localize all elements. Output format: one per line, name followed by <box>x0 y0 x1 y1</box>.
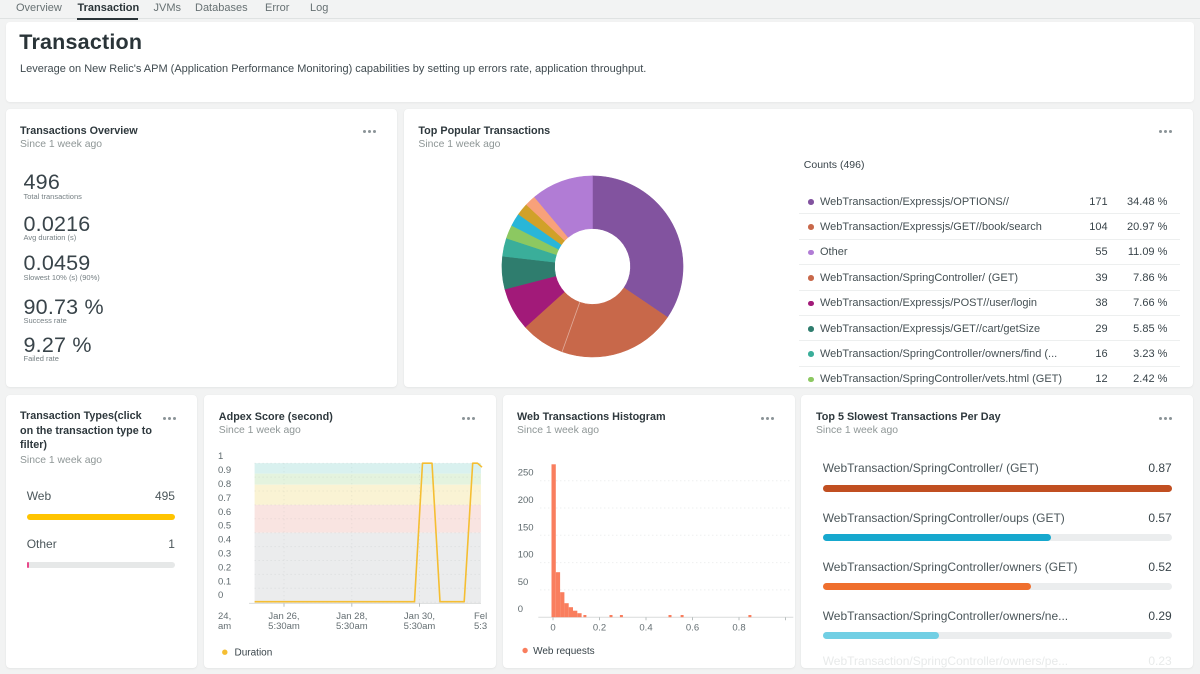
svg-text:0.6: 0.6 <box>218 507 231 518</box>
svg-text:100: 100 <box>517 550 533 561</box>
svg-text:0.2: 0.2 <box>218 563 231 574</box>
svg-text:0.7: 0.7 <box>218 493 231 504</box>
svg-text:0.9: 0.9 <box>218 465 231 476</box>
svg-text:0.5: 0.5 <box>218 521 231 532</box>
svg-text:0.1: 0.1 <box>218 577 231 588</box>
svg-text:50: 50 <box>517 577 528 588</box>
svg-text:Duration: Duration <box>235 648 273 659</box>
svg-text:150: 150 <box>517 523 533 534</box>
svg-text:200: 200 <box>517 495 533 506</box>
svg-text:1: 1 <box>218 451 223 462</box>
svg-text:0.8: 0.8 <box>732 623 745 634</box>
svg-text:5:30am: 5:30am <box>268 621 300 632</box>
svg-text:0.3: 0.3 <box>218 549 231 560</box>
svg-text:0.2: 0.2 <box>593 623 606 634</box>
svg-text:0.6: 0.6 <box>686 623 699 634</box>
svg-text:0: 0 <box>517 604 522 615</box>
svg-text:0.4: 0.4 <box>639 623 652 634</box>
svg-text:5:3: 5:3 <box>474 621 487 632</box>
svg-text:5:30am: 5:30am <box>404 621 436 632</box>
svg-text:0: 0 <box>218 590 223 601</box>
svg-text:am: am <box>218 621 231 632</box>
svg-text:0.4: 0.4 <box>218 535 231 546</box>
svg-text:0.8: 0.8 <box>218 479 231 490</box>
svg-text:0: 0 <box>550 623 555 634</box>
svg-text:5:30am: 5:30am <box>336 621 368 632</box>
svg-text:250: 250 <box>517 468 533 479</box>
svg-text:Web requests: Web requests <box>533 646 595 657</box>
